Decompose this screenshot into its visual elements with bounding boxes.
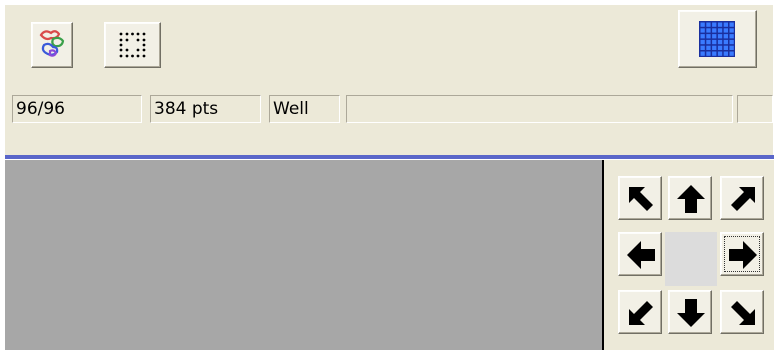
well-cell: [712, 28, 717, 33]
well-cell: [723, 28, 728, 33]
arrow-down-right-icon: [731, 301, 755, 325]
well-grid-button[interactable]: [678, 10, 757, 68]
well-cell: [706, 34, 711, 39]
toolbar-panel: 96/96 384 pts Well: [5, 5, 773, 155]
extra-field: [737, 95, 773, 123]
well-cell: [700, 34, 705, 39]
well-cell: [700, 28, 705, 33]
well-cell: [723, 39, 728, 45]
arrow-down-left-icon: [629, 301, 653, 325]
well-cell: [723, 51, 728, 56]
nav-down-left-button[interactable]: [618, 290, 662, 334]
well-cell: [712, 51, 717, 56]
nav-left-button[interactable]: [618, 232, 662, 276]
arrow-up-icon: [677, 185, 705, 213]
well-count-field: 96/96: [12, 95, 142, 123]
nav-center-blank: [665, 232, 717, 286]
message-field: [346, 95, 733, 123]
well-cell: [729, 51, 734, 56]
well-cell: [717, 28, 723, 33]
well-cell: [729, 34, 734, 39]
well-cell: [706, 22, 711, 27]
well-cell: [712, 39, 717, 45]
points-count-field: 384 pts: [150, 95, 261, 123]
well-cell: [700, 51, 705, 56]
well-cell: [729, 45, 734, 50]
nav-down-button[interactable]: [668, 290, 712, 334]
colorize-button[interactable]: [31, 22, 73, 68]
point-grid-icon: [119, 32, 146, 58]
nav-down-right-button[interactable]: [720, 290, 764, 334]
well-cell: [700, 39, 705, 45]
arrow-down-icon: [677, 299, 705, 327]
well-cell: [717, 39, 723, 45]
canvas-area[interactable]: [5, 160, 602, 350]
well-cell: [729, 22, 734, 27]
well-cell: [712, 45, 717, 50]
well-cell: [717, 34, 723, 39]
colored-molecule-icon: [39, 30, 65, 57]
well-cell: [706, 51, 711, 56]
arrow-up-left-icon: [629, 187, 653, 211]
grid-points-button[interactable]: [104, 22, 161, 68]
well-cell: [729, 39, 734, 45]
mode-field: Well: [269, 95, 340, 123]
well-cell: [700, 22, 705, 27]
well-cell: [712, 34, 717, 39]
well-cell: [717, 22, 723, 27]
well-cell: [706, 45, 711, 50]
panel-separator: [5, 155, 774, 159]
nav-up-button[interactable]: [668, 176, 712, 220]
blue-well-grid-icon: [699, 21, 735, 57]
well-cell: [723, 45, 728, 50]
arrow-right-icon: [729, 241, 757, 269]
well-cell: [706, 39, 711, 45]
well-cell: [700, 45, 705, 50]
nav-up-left-button[interactable]: [618, 176, 662, 220]
well-cell: [723, 34, 728, 39]
well-cell: [729, 28, 734, 33]
well-cell: [717, 45, 723, 50]
arrow-left-icon: [627, 241, 655, 269]
well-cell: [723, 22, 728, 27]
arrow-up-right-icon: [731, 187, 755, 211]
nav-up-right-button[interactable]: [720, 176, 764, 220]
nav-right-button[interactable]: [720, 232, 764, 276]
well-cell: [717, 51, 723, 56]
well-cell: [712, 22, 717, 27]
well-cell: [706, 28, 711, 33]
